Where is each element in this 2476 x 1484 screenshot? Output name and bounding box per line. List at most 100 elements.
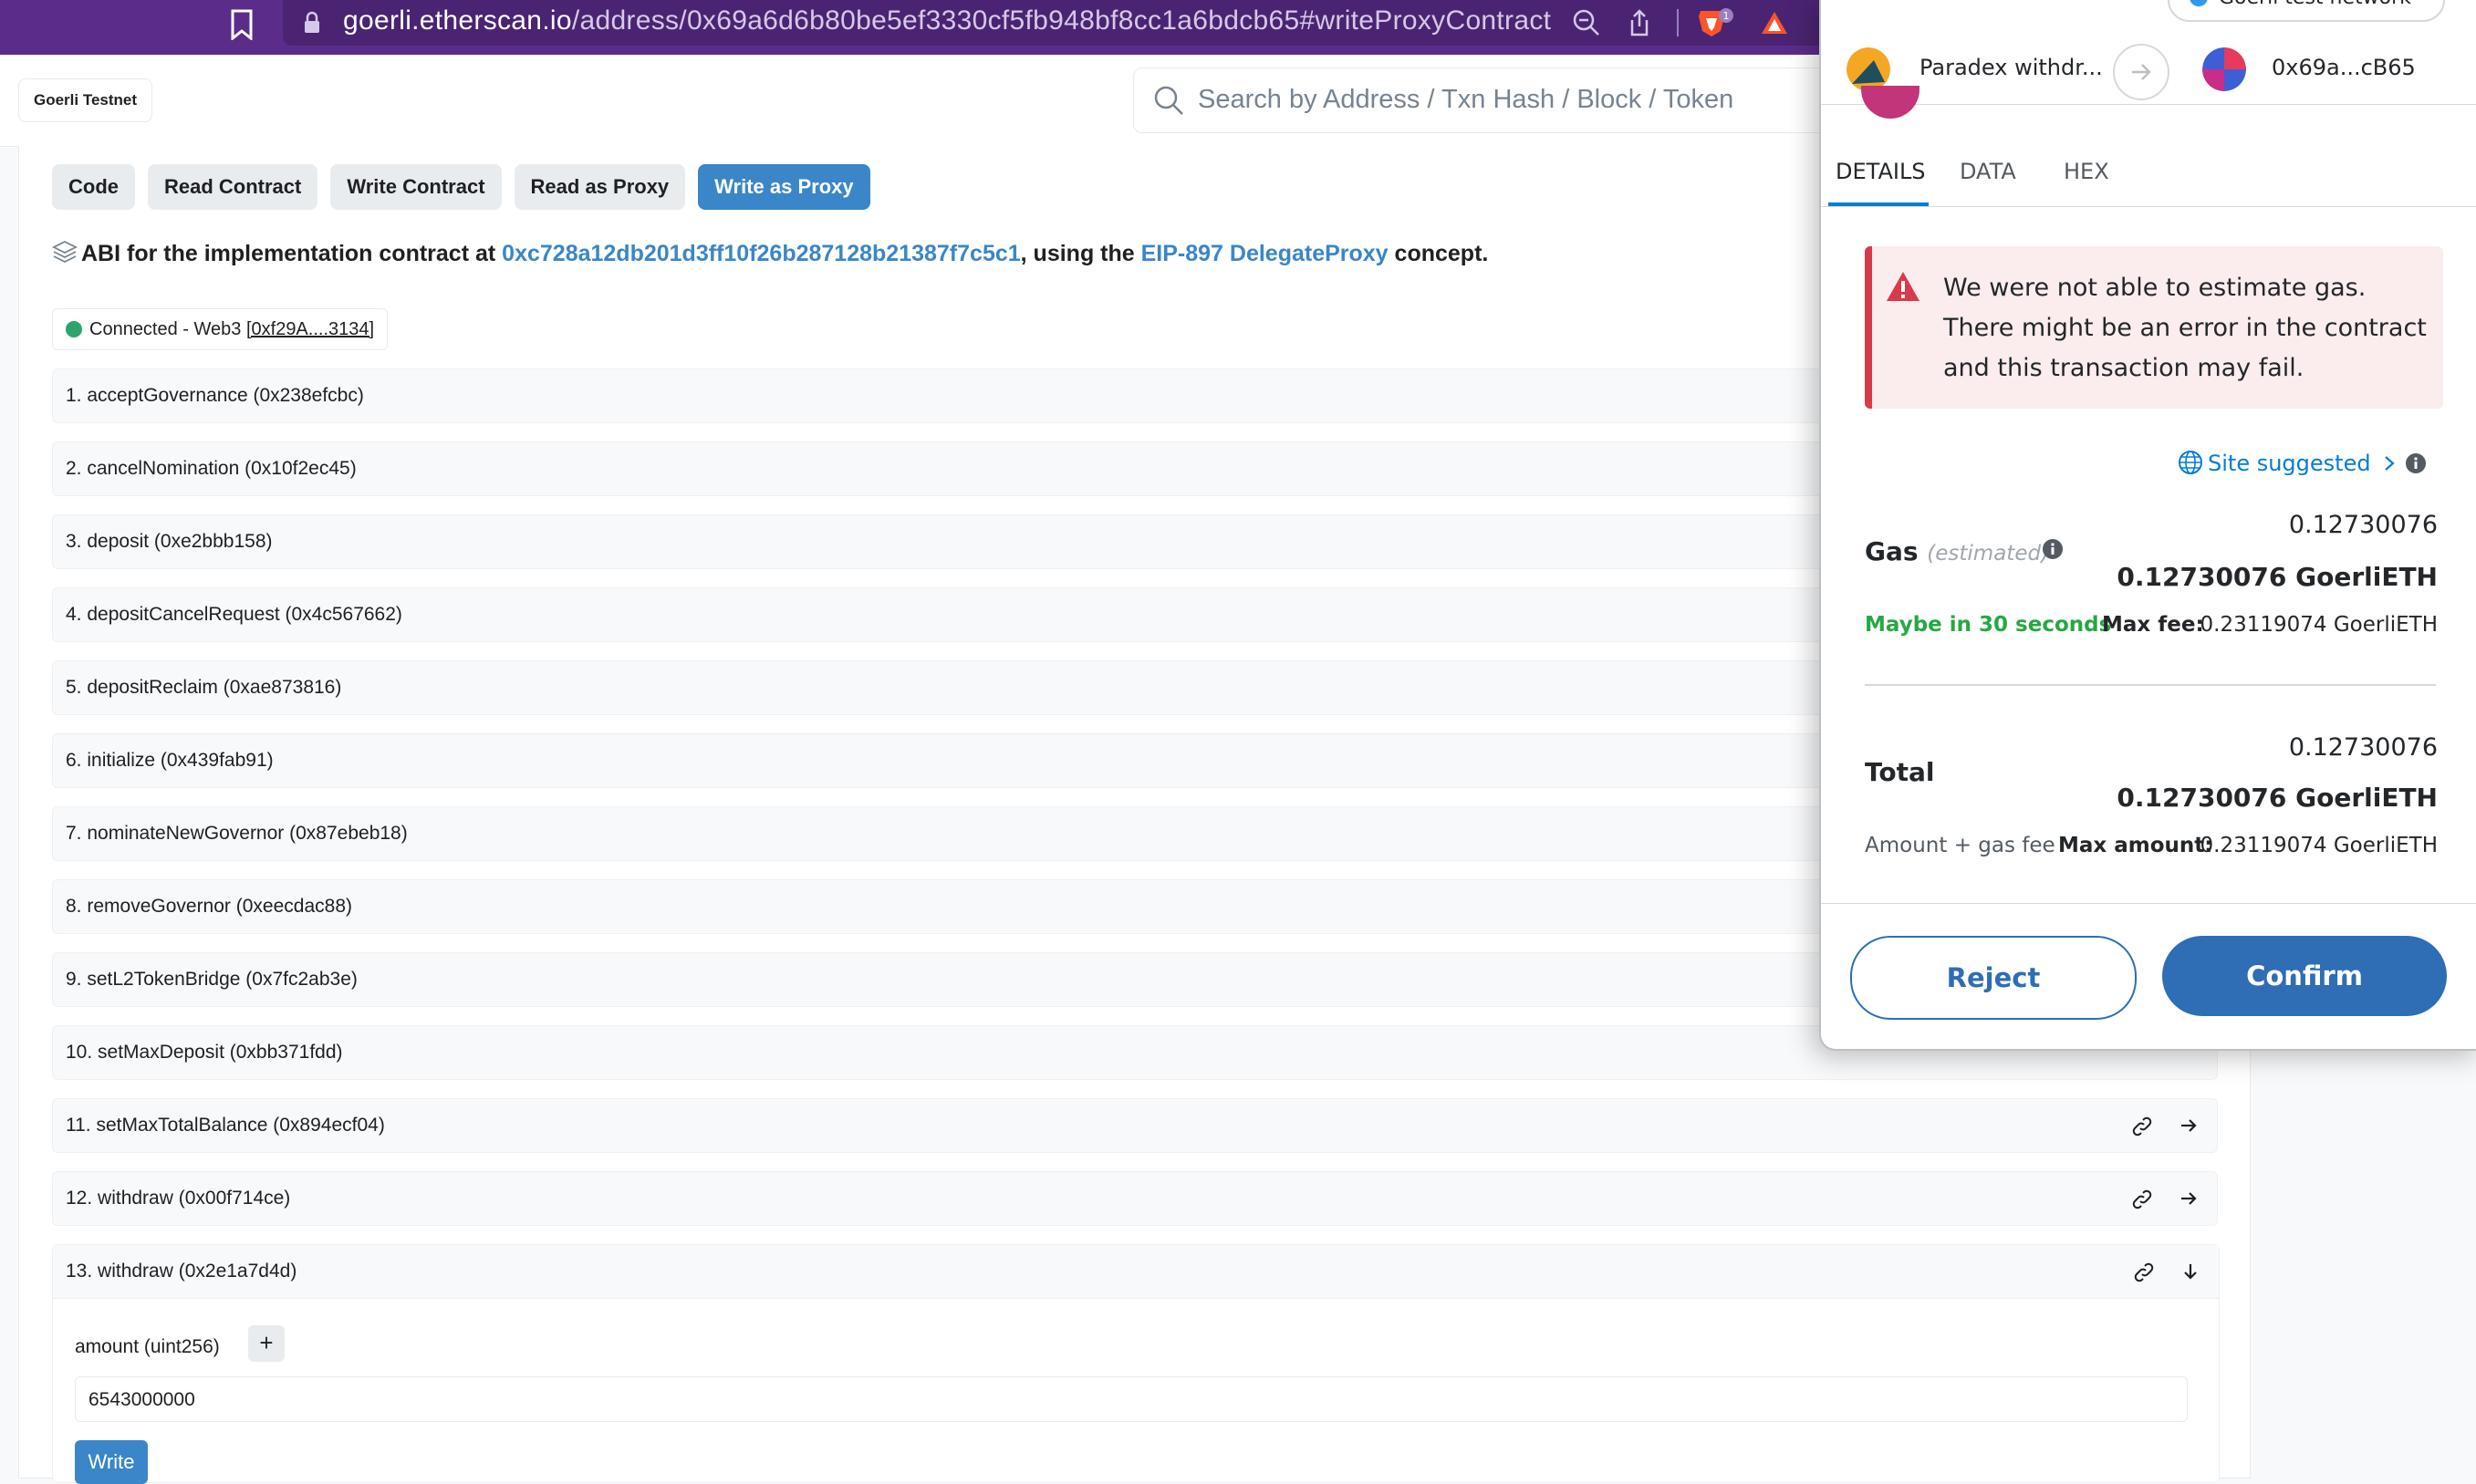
gas-label: Gas (estimated) (1865, 536, 2049, 566)
function-label: 8. removeGovernor (0xeecdac88) (66, 896, 352, 917)
function-row[interactable]: 11. setMaxTotalBalance (0x894ecf04) (52, 1098, 2218, 1153)
from-account-avatar (1847, 47, 1890, 91)
function-label: 5. depositReclaim (0xae873816) (66, 677, 342, 698)
arrow-down-icon[interactable] (2179, 1260, 2202, 1283)
site-suggested-label: Site suggested (2208, 451, 2371, 476)
function-row-expanded: 13. withdraw (0x2e1a7d4d) amount (uint25… (52, 1244, 2220, 1484)
url-text[interactable]: goerli.etherscan.io/address/0x69a6d6b80b… (343, 5, 1551, 36)
tab-read-as-proxy[interactable]: Read as Proxy (514, 164, 686, 210)
warning-icon (1887, 272, 1919, 301)
globe-icon (2179, 451, 2202, 474)
function-label: 7. nominateNewGovernor (0x87ebeb18) (66, 823, 408, 844)
search-placeholder: Search by Address / Txn Hash / Block / T… (1198, 85, 1734, 114)
metamask-tabs: DETAILS DATA HEX (1821, 142, 2476, 207)
gas-label-text: Gas (1865, 536, 1919, 566)
lock-icon (305, 11, 319, 33)
active-tab-indicator (1828, 202, 1929, 206)
function-label: 13. withdraw (0x2e1a7d4d) (66, 1261, 297, 1282)
abi-middle: , using the (1020, 241, 1141, 266)
tab-hex[interactable]: HEX (2064, 159, 2109, 184)
function-label: 4. depositCancelRequest (0x4c567662) (66, 604, 402, 625)
bookmark-icon[interactable] (230, 9, 254, 40)
brave-rewards-icon[interactable] (1759, 7, 1790, 38)
tab-data[interactable]: DATA (1960, 159, 2016, 184)
browser-toolbar: goerli.etherscan.io/address/0x69a6d6b80b… (0, 0, 1825, 55)
function-label: 6. initialize (0x439fab91) (66, 750, 274, 771)
contract-tabs: Code Read Contract Write Contract Read a… (52, 164, 883, 212)
address-bar[interactable]: goerli.etherscan.io/address/0x69a6d6b80b… (283, 0, 1825, 46)
footer-divider (1821, 903, 2476, 904)
param-label: amount (uint256) (75, 1336, 220, 1357)
gas-estimated-label: (estimated) (1927, 542, 2050, 566)
brave-shields-icon[interactable]: 1 (1697, 7, 1733, 38)
function-label: 10. setMaxDeposit (0xbb371fdd) (66, 1042, 343, 1063)
max-amount-label: Max amount: (2058, 834, 2213, 857)
gas-error-text: We were not able to estimate gas. There … (1943, 274, 2427, 382)
chevron-right-icon (2384, 456, 2395, 471)
function-label: 12. withdraw (0x00f714ce) (66, 1188, 291, 1209)
toolbar-separator (1677, 9, 1679, 36)
tab-write-contract[interactable]: Write Contract (330, 164, 502, 210)
tab-details[interactable]: DETAILS (1836, 159, 1926, 184)
connected-status[interactable]: Connected - Web3 [0xf29A....3134] (52, 308, 389, 350)
function-label: 11. setMaxTotalBalance (0x894ecf04) (66, 1115, 385, 1136)
sender-recipient: Paradex withdr... 0x69a...cB65 (1821, 33, 2476, 105)
share-icon[interactable] (1624, 7, 1655, 38)
reject-button[interactable]: Reject (1850, 936, 2137, 1020)
gas-time-estimate: Maybe in 30 seconds (1865, 613, 2112, 637)
network-name: Goerli test network (2219, 0, 2411, 9)
function-label: 9. setL2TokenBridge (0x7fc2ab3e) (66, 969, 358, 990)
tab-read-contract[interactable]: Read Contract (148, 164, 318, 210)
implementation-address-link[interactable]: 0xc728a12db201d3ff10f26b287128b21387f7c5… (502, 241, 1020, 266)
divider (1865, 684, 2436, 686)
abi-info: ABI for the implementation contract at 0… (52, 239, 1488, 267)
arrow-right-icon[interactable] (2177, 1114, 2200, 1137)
max-fee-value: 0.23119074 GoerliETH (2200, 613, 2438, 637)
amount-input[interactable]: 6543000000 (75, 1376, 2188, 1422)
function-label: 3. deposit (0xe2bbb158) (66, 531, 273, 552)
amount-gas-fee-label: Amount + gas fee (1865, 834, 2055, 857)
confirm-button[interactable]: Confirm (2162, 936, 2447, 1016)
from-account-name[interactable]: Paradex withdr... (1919, 55, 2103, 80)
connected-label: Connected - Web3 (89, 319, 246, 339)
abi-suffix: concept. (1388, 241, 1489, 266)
tab-code[interactable]: Code (52, 164, 135, 210)
gas-fiat-value: 0.12730076 (2288, 511, 2438, 539)
write-button[interactable]: Write (75, 1440, 148, 1484)
total-fiat-value: 0.12730076 (2288, 733, 2438, 762)
search-icon (1154, 86, 1183, 115)
plus-button[interactable]: + (248, 1325, 285, 1362)
link-icon[interactable] (2131, 1188, 2153, 1210)
site-suggested-button[interactable]: Site suggested (2177, 449, 2397, 476)
site-avatar (1861, 86, 1919, 119)
connected-account[interactable]: [0xf29A....3134] (246, 319, 374, 339)
to-account-avatar (2202, 47, 2246, 91)
link-icon[interactable] (2133, 1261, 2155, 1283)
layers-icon (52, 240, 78, 264)
info-icon[interactable] (2042, 538, 2064, 560)
arrow-right-icon[interactable] (2177, 1187, 2200, 1210)
tab-write-as-proxy[interactable]: Write as Proxy (698, 164, 870, 210)
total-label: Total (1865, 757, 1935, 787)
gas-amount: 0.12730076 GoerliETH (2117, 562, 2438, 592)
gas-error-banner: We were not able to estimate gas. There … (1865, 246, 2443, 409)
network-dot-icon (2190, 0, 2208, 6)
link-icon[interactable] (2131, 1116, 2153, 1137)
abi-prefix: ABI for the implementation contract at (81, 241, 503, 266)
url-host: goerli.etherscan.io (343, 5, 572, 36)
network-badge[interactable]: Goerli Testnet (18, 78, 153, 122)
shields-badge: 1 (1723, 10, 1730, 22)
eip-897-link[interactable]: EIP-897 DelegateProxy (1141, 241, 1389, 266)
function-label: 1. acceptGovernance (0x238efcbc) (66, 385, 364, 406)
to-account-name[interactable]: 0x69a...cB65 (2272, 55, 2416, 80)
info-icon[interactable] (2405, 452, 2427, 474)
total-amount: 0.12730076 GoerliETH (2117, 783, 2438, 813)
zoom-out-icon[interactable] (1571, 7, 1602, 38)
url-path: /address/0x69a6d6b80be5ef3330cf5fb948bf8… (571, 5, 1552, 36)
function-row-header[interactable]: 13. withdraw (0x2e1a7d4d) (53, 1245, 2219, 1299)
function-row[interactable]: 12. withdraw (0x00f714ce) (52, 1171, 2218, 1226)
arrow-right-icon (2113, 44, 2169, 100)
metamask-confirm-popup: Goerli test network Paradex withdr... 0x… (1819, 0, 2476, 1051)
network-selector[interactable]: Goerli test network (2168, 0, 2445, 22)
max-fee-label: Max fee: (2102, 613, 2204, 637)
